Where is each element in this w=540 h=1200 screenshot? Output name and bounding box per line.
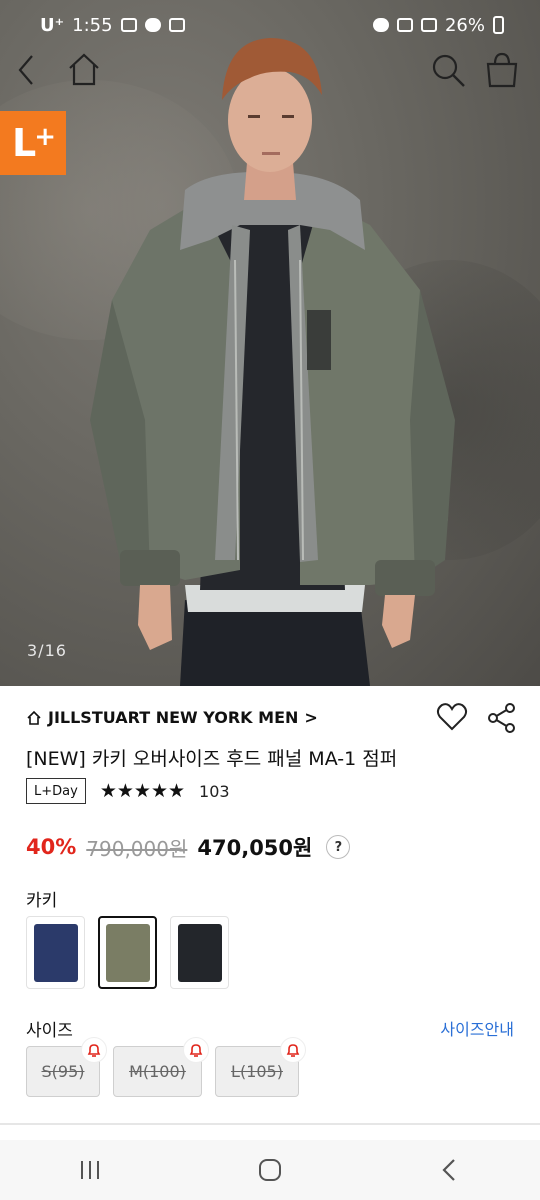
size-option-label: S(95) [41, 1062, 85, 1081]
review-count[interactable]: 103 [199, 782, 230, 801]
recent-apps-button[interactable] [60, 1140, 120, 1200]
color-swatches [26, 916, 229, 989]
star-icon: ★ [116, 779, 134, 802]
star-icon: ★ [99, 779, 117, 802]
size-option[interactable]: M(100) [113, 1037, 209, 1097]
price-help-icon[interactable]: ? [326, 835, 351, 859]
talk-icon [144, 18, 161, 32]
top-navigation [0, 50, 540, 90]
system-navigation-bar [0, 1140, 540, 1200]
status-right: 26% [372, 14, 504, 36]
discount-rate: 40% [26, 835, 77, 859]
product-title: [NEW] 카키 오버사이즈 후드 패널 MA-1 점퍼 [26, 748, 398, 770]
system-back-button[interactable] [420, 1140, 480, 1200]
swatch-chip [105, 923, 150, 982]
size-option-label: L(105) [231, 1062, 283, 1081]
clock: 1:55 [72, 14, 113, 36]
search-icon[interactable] [428, 50, 468, 90]
mute-icon [396, 18, 413, 32]
size-label: 사이즈 [26, 1021, 73, 1041]
alarm-icon [372, 18, 389, 32]
sale-price: 470,050원 [197, 836, 313, 860]
brand-link[interactable]: JILLSTUART NEW YORK MEN > [26, 708, 318, 727]
price-row: 40% 790,000원 470,050원 ? [26, 832, 351, 862]
home-button[interactable] [240, 1140, 300, 1200]
size-option[interactable]: L(105) [215, 1037, 306, 1097]
rating-stars[interactable]: ★ ★ ★ ★ ★ [99, 779, 186, 802]
divider [0, 1123, 540, 1125]
swatch-khaki[interactable] [98, 916, 157, 989]
tag-row: L+Day ★ ★ ★ ★ ★ 103 [26, 778, 230, 804]
size-option[interactable]: S(95) [26, 1037, 107, 1097]
battery-percent: 26% [444, 14, 485, 36]
original-price: 790,000원 [86, 836, 188, 861]
heart-icon[interactable] [436, 702, 468, 732]
home-icon[interactable] [64, 50, 104, 90]
swatch-black[interactable] [170, 916, 229, 989]
star-icon: ★ [150, 779, 168, 802]
back-arrow-icon[interactable] [8, 50, 48, 90]
battery-icon [493, 16, 504, 34]
lplus-badge[interactable]: L + [0, 111, 66, 175]
shopping-bag-icon[interactable] [482, 50, 522, 90]
size-option-label: M(100) [129, 1062, 186, 1081]
swatch-navy[interactable] [26, 916, 85, 989]
star-icon: ★ [133, 779, 151, 802]
swatch-chip [177, 923, 222, 982]
chevron-right-icon: > [304, 708, 318, 727]
home-brand-icon [27, 710, 41, 725]
size-options: S(95) M(100) L(105) [26, 1037, 306, 1097]
bell-icon[interactable] [183, 1037, 209, 1063]
brand-name: JILLSTUART NEW YORK MEN [48, 708, 299, 727]
bell-icon[interactable] [81, 1037, 107, 1063]
image-counter: 3/16 [27, 641, 67, 660]
recent-apps-icon [81, 1161, 99, 1179]
star-icon: ★ [168, 779, 186, 802]
model-photo [90, 38, 455, 686]
carrier-label: U⁺ [40, 14, 65, 36]
share-icon[interactable] [486, 702, 518, 734]
color-label: 카키 [26, 891, 58, 911]
signal-icon [420, 18, 437, 32]
status-left: U⁺ 1:55 [40, 15, 185, 36]
chevron-left-icon [442, 1159, 455, 1181]
home-circle-icon [259, 1159, 281, 1181]
size-guide-link[interactable]: 사이즈안내 [440, 1016, 514, 1040]
swatch-chip [33, 923, 78, 982]
bell-icon[interactable] [280, 1037, 306, 1063]
badge-letter: L [11, 121, 36, 165]
coffee-icon [168, 18, 185, 32]
product-image[interactable] [0, 0, 540, 686]
status-bar: U⁺ 1:55 26% [0, 0, 540, 50]
lday-tag: L+Day [26, 778, 86, 804]
badge-plus: + [34, 122, 56, 152]
gallery-icon [120, 18, 137, 32]
